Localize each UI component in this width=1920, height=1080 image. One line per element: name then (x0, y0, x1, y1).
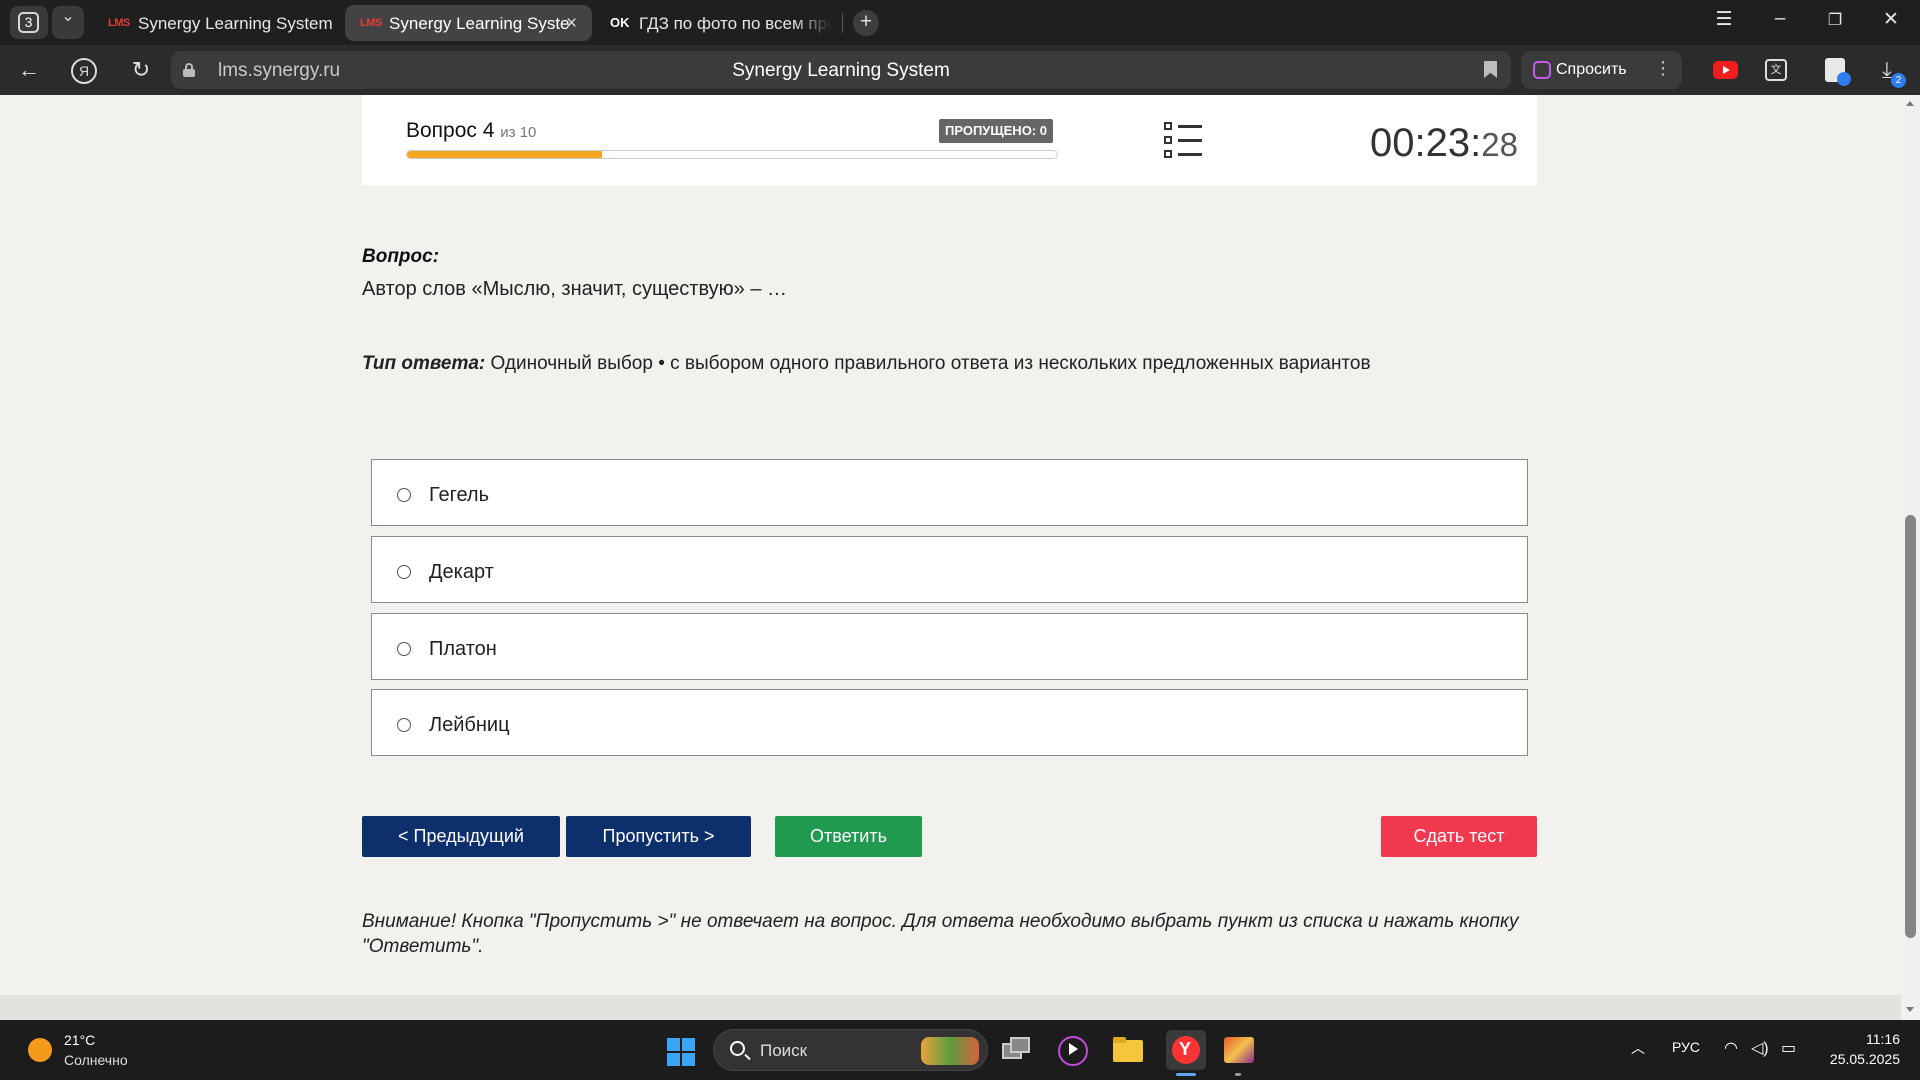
tab-count: 3 (18, 12, 39, 33)
reload-icon[interactable]: ↻ (127, 57, 155, 85)
yandex-icon[interactable]: Я (71, 58, 97, 84)
skip-warning-text: Внимание! Кнопка "Пропустить >" не отвеч… (362, 911, 1519, 957)
scroll-up-icon[interactable] (1906, 101, 1914, 106)
wifi-icon[interactable]: ◠ (1724, 1038, 1738, 1058)
page-footer-strip (0, 995, 1901, 1020)
tab-label: Synergy Learning System (138, 14, 333, 33)
address-bar[interactable]: lms.synergy.ru Synergy Learning System (171, 51, 1511, 89)
radio-button[interactable] (397, 488, 411, 502)
search-placeholder: Поиск (760, 1041, 808, 1060)
restore-icon[interactable]: ❐ (1820, 10, 1850, 30)
radio-button[interactable] (397, 718, 411, 732)
lms-logo-icon: LMS (360, 17, 382, 29)
tray-chevron-up-icon[interactable]: ︿ (1631, 1038, 1645, 1058)
question-counter: Вопрос 4 из 10 (406, 119, 536, 143)
tab-list-chevron-icon[interactable]: ⌄ (52, 6, 84, 39)
weather-description[interactable]: Солнечно (64, 1052, 128, 1068)
previous-button[interactable]: < Предыдущий (362, 816, 560, 857)
close-window-icon[interactable]: ✕ (1876, 8, 1906, 31)
scroll-down-icon[interactable] (1906, 1007, 1914, 1012)
volume-icon[interactable]: ◁) (1751, 1038, 1769, 1058)
more-vertical-icon[interactable]: ⋮ (1654, 58, 1672, 79)
ask-label: Спросить (1556, 61, 1627, 78)
back-arrow-icon[interactable]: ← (15, 57, 43, 85)
tab-label: Synergy Learning Syste (389, 14, 570, 33)
downloads-badge: 2 (1891, 73, 1906, 88)
answer-option-3[interactable]: Платон (371, 613, 1528, 680)
option-label: Гегель (429, 484, 490, 506)
minimize-icon[interactable]: – (1765, 8, 1795, 30)
yandex-browser-icon[interactable] (1166, 1030, 1206, 1070)
browser-menu-icon[interactable]: ☰ (1709, 8, 1739, 31)
timer-seconds: 28 (1481, 126, 1518, 163)
tab-divider (842, 13, 843, 33)
browser-toolbar: ← Я ↻ lms.synergy.ru Synergy Learning Sy… (0, 45, 1920, 95)
weather-temperature[interactable]: 21°C (64, 1032, 95, 1048)
running-app-indicator (1235, 1073, 1241, 1076)
tab-synergy-1[interactable]: LMS Synergy Learning System (96, 5, 338, 41)
submit-test-button[interactable]: Сдать тест (1381, 816, 1537, 857)
progress-bar (406, 150, 1058, 159)
answer-option-1[interactable]: Гегель (371, 459, 1528, 526)
question-number: Вопрос 4 (406, 119, 495, 142)
tab-synergy-active[interactable]: LMS Synergy Learning Syste × (345, 5, 592, 41)
page-title: Synergy Learning System (732, 60, 950, 81)
search-icon (730, 1041, 745, 1056)
active-app-indicator (1176, 1073, 1196, 1076)
media-player-icon[interactable] (1055, 1033, 1089, 1067)
task-view-icon[interactable] (1000, 1033, 1034, 1067)
extension-icon[interactable] (1825, 58, 1851, 86)
search-highlight-image (921, 1037, 979, 1065)
battery-icon[interactable]: ▭ (1781, 1038, 1796, 1058)
youtube-icon[interactable] (1713, 61, 1738, 79)
ask-ai-button[interactable]: Спросить ⋮ (1521, 51, 1682, 89)
test-header: Вопрос 4 из 10 ПРОПУЩЕНО: 0 00:23:28 (362, 95, 1537, 185)
input-language[interactable]: РУС (1672, 1039, 1700, 1055)
answer-button[interactable]: Ответить (775, 816, 922, 857)
taskbar-search[interactable]: Поиск (713, 1029, 988, 1071)
clock-date[interactable]: 25.05.2025 (1800, 1051, 1900, 1067)
timer-main: 00:23: (1370, 121, 1482, 165)
answer-type-label: Тип ответа: (362, 353, 486, 374)
new-tab-plus-icon[interactable]: + (853, 10, 879, 36)
taskbar: 21°C Солнечно Поиск ︿ РУС ◠ ◁) ▭ 11:16 2… (0, 1020, 1920, 1080)
skip-button[interactable]: Пропустить > (566, 816, 751, 857)
browser-tab-strip: 3 ⌄ LMS Synergy Learning System LMS Syne… (0, 0, 1920, 45)
scroll-thumb[interactable] (1905, 515, 1916, 938)
answer-option-2[interactable]: Декарт (371, 536, 1528, 603)
windows-start-icon[interactable] (667, 1038, 695, 1066)
translate-icon[interactable]: 文 (1765, 59, 1787, 81)
tab-close-icon[interactable]: × (566, 13, 577, 35)
question-label: Вопрос: (362, 246, 440, 267)
lms-logo-icon: LMS (108, 17, 130, 29)
radio-button[interactable] (397, 565, 411, 579)
sun-icon[interactable] (28, 1038, 52, 1062)
tab-counter-button[interactable]: 3 (10, 6, 48, 39)
tab-gdz[interactable]: OK ГДЗ по фото по всем пре (600, 5, 832, 41)
option-label: Лейбниц (429, 714, 510, 736)
timer: 00:23:28 (1370, 121, 1518, 166)
ok-logo-icon: OK (610, 15, 630, 30)
answer-type: Тип ответа: Одиночный выбор • с выбором … (362, 353, 1371, 375)
radio-button[interactable] (397, 642, 411, 656)
question-text: Автор слов «Мыслю, значит, существую» – … (362, 278, 788, 300)
game-app-icon[interactable] (1222, 1033, 1256, 1067)
page-scrollbar[interactable] (1901, 95, 1920, 1020)
question-total: из 10 (500, 124, 537, 141)
option-label: Платон (429, 638, 497, 660)
progress-fill (407, 151, 602, 158)
question-list-icon[interactable] (1164, 122, 1204, 159)
answer-option-4[interactable]: Лейбниц (371, 689, 1528, 756)
alice-icon (1533, 61, 1551, 79)
option-label: Декарт (429, 561, 494, 583)
skipped-badge: ПРОПУЩЕНО: 0 (939, 119, 1053, 143)
answer-type-value: Одиночный выбор • с выбором одного прави… (485, 353, 1371, 374)
file-explorer-icon[interactable] (1111, 1033, 1145, 1067)
clock-time[interactable]: 11:16 (1800, 1031, 1900, 1047)
